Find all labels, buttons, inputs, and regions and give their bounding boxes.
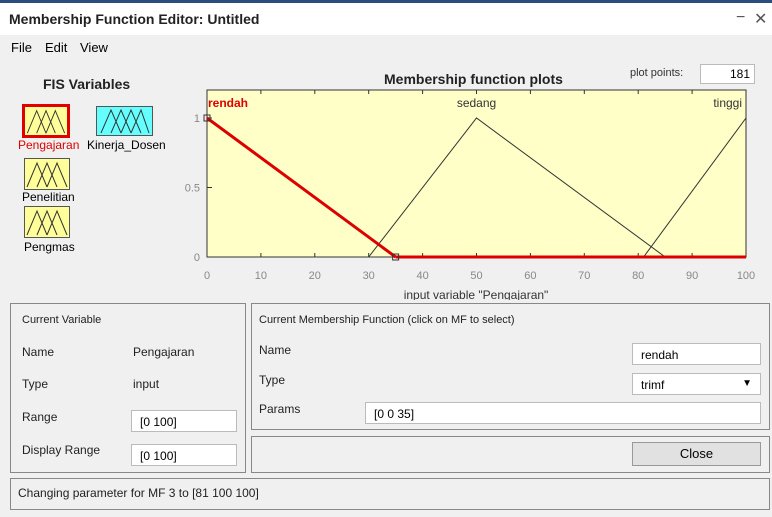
x-tick-label: 50 [470,270,482,282]
display-range-label: Display Range [22,443,101,457]
variable-type-value: input [133,377,160,391]
mf-type-value: trimf [641,378,665,392]
current-variable-heading: Current Variable [22,314,102,326]
mf-params-label: Params [259,402,301,416]
mf-params-input[interactable]: [0 0 35] [365,402,761,424]
y-tick-label: 0.5 [185,183,200,195]
variable-name-label: Name [22,345,55,359]
x-axis-label: input variable "Pengajaran" [404,288,549,300]
variable-type-label: Type [22,377,49,391]
x-tick-label: 0 [204,270,210,282]
display-range-input[interactable]: [0 100] [131,444,237,466]
mf-label-sedang[interactable]: sedang [457,96,496,110]
x-tick-label: 90 [686,270,698,282]
mf-name-label: Name [259,343,292,357]
variable-name-value: Pengajaran [133,345,195,359]
mf-type-select[interactable]: trimf ▼ [632,373,761,395]
plot-area [206,89,747,258]
x-tick-label: 100 [737,270,755,282]
chevron-down-icon: ▼ [742,378,752,389]
membership-function-editor-window: Membership Function Editor: Untitled − ✕… [0,0,772,517]
status-message: Changing parameter for MF 3 to [81 100 1… [18,486,259,500]
y-tick-label: 0 [194,252,200,264]
current-mf-heading: Current Membership Function (click on MF… [259,314,515,326]
x-tick-label: 60 [524,270,536,282]
x-tick-label: 40 [416,270,428,282]
mf-name-input[interactable]: rendah [632,343,761,365]
x-tick-label: 30 [363,270,375,282]
mf-label-tinggi[interactable]: tinggi [713,96,742,110]
x-tick-label: 80 [632,270,644,282]
range-input[interactable]: [0 100] [131,410,237,432]
x-tick-label: 10 [255,270,267,282]
y-tick-label: 1 [194,113,200,125]
mf-type-label: Type [259,373,286,387]
mf-label-rendah[interactable]: rendah [208,96,248,110]
close-button[interactable]: Close [632,442,761,466]
membership-function-plot[interactable]: 0 10 20 30 40 50 60 70 80 90 100 0 0.5 1 rendah sedang… [0,0,772,300]
x-tick-label: 70 [578,270,590,282]
range-label: Range [22,410,58,424]
x-tick-label: 20 [309,270,321,282]
